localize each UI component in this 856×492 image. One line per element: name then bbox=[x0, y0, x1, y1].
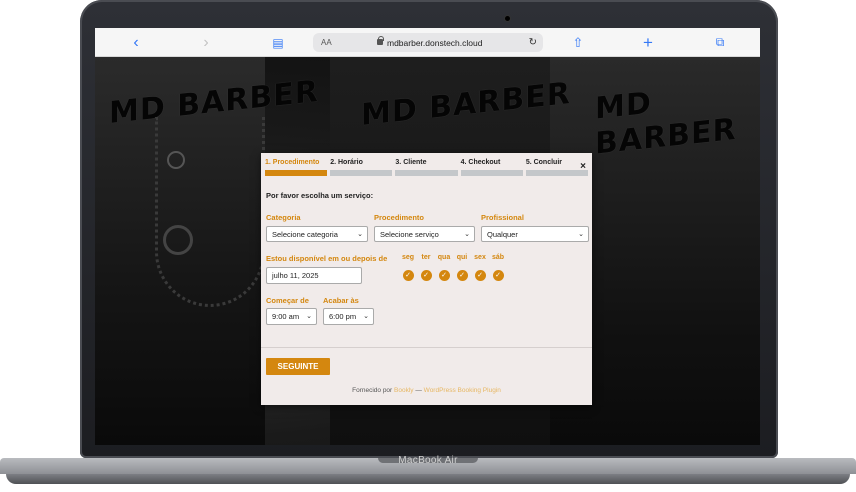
category-value: Selecione categoria bbox=[272, 229, 338, 239]
plugin-link[interactable]: WordPress Booking Plugin bbox=[424, 387, 501, 394]
end-time-value: 6:00 pm bbox=[329, 312, 357, 321]
step-2: 2. Horário bbox=[330, 157, 393, 179]
step-label: 2. Horário bbox=[330, 159, 363, 166]
tabs-icon[interactable]: ⧉ bbox=[709, 28, 731, 57]
screen: ‹ › ▤ AA mdbarber.donstech.cloud ↻ ⇧ + ⧉… bbox=[95, 28, 760, 445]
date-label: Estou disponível em ou depois de bbox=[266, 254, 388, 263]
day-label: sáb bbox=[491, 254, 505, 261]
device-brand-label: MacBook Air bbox=[398, 455, 458, 466]
category-select[interactable]: Selecione categoria ⌄ bbox=[266, 226, 368, 242]
bookmarks-icon[interactable]: ▤ bbox=[267, 28, 289, 57]
url-text: mdbarber.donstech.cloud bbox=[387, 37, 483, 48]
step-bar bbox=[265, 170, 328, 176]
divider bbox=[261, 347, 592, 348]
back-icon[interactable]: ‹ bbox=[125, 28, 147, 57]
day-label: seg bbox=[401, 254, 415, 261]
step-label: 3. Cliente bbox=[395, 159, 427, 166]
staff-label: Profissional bbox=[481, 213, 524, 222]
pendant-graphic bbox=[163, 225, 193, 255]
end-time-label: Acabar às bbox=[323, 296, 359, 305]
smiley-icon bbox=[167, 151, 185, 169]
new-tab-icon[interactable]: + bbox=[637, 28, 659, 57]
staff-select[interactable]: Qualquer ⌄ bbox=[481, 226, 589, 242]
camera-icon bbox=[505, 16, 510, 21]
step-4: 4. Checkout bbox=[460, 157, 523, 179]
step-1: 1. Procedimento bbox=[265, 157, 328, 179]
checkmark-icon[interactable]: ✓ bbox=[420, 270, 432, 281]
chevron-down-icon: ⌄ bbox=[578, 231, 584, 238]
lock-icon bbox=[377, 36, 384, 45]
step-label: 5. Concluir bbox=[525, 159, 562, 166]
page-background: MD BARBER MD BARBER MD BARBER 1. Procedi… bbox=[95, 57, 760, 445]
reload-icon[interactable]: ↻ bbox=[529, 37, 537, 48]
next-button[interactable]: SEGUINTE bbox=[266, 358, 330, 375]
day-ter[interactable]: ter ✓ bbox=[417, 254, 435, 282]
weekday-selector: seg ✓ ter ✓ qua ✓ qui ✓ sex ✓ sáb ✓ bbox=[399, 254, 507, 282]
address-bar[interactable]: AA mdbarber.donstech.cloud ↻ bbox=[313, 33, 543, 52]
chevron-down-icon: ⌄ bbox=[363, 313, 369, 320]
start-time-label: Começar de bbox=[266, 296, 309, 305]
staff-value: Qualquer bbox=[487, 229, 518, 239]
day-sab[interactable]: sáb ✓ bbox=[489, 254, 507, 282]
chain-graphic bbox=[155, 117, 265, 307]
forward-icon[interactable]: › bbox=[195, 28, 217, 57]
step-bar bbox=[525, 170, 589, 176]
checkmark-icon[interactable]: ✓ bbox=[438, 270, 450, 281]
date-value: julho 11, 2025 bbox=[272, 271, 319, 280]
day-qua[interactable]: qua ✓ bbox=[435, 254, 453, 282]
step-progress: 1. Procedimento 2. Horário 3. Cliente 4.… bbox=[265, 157, 589, 179]
bookly-link[interactable]: Bookly bbox=[394, 387, 414, 394]
day-label: qua bbox=[437, 254, 451, 261]
start-time-select[interactable]: 9:00 am ⌄ bbox=[266, 308, 317, 325]
browser-toolbar: ‹ › ▤ AA mdbarber.donstech.cloud ↻ ⇧ + ⧉ bbox=[95, 28, 760, 57]
step-bar bbox=[330, 170, 393, 176]
day-label: qui bbox=[456, 254, 468, 261]
form-prompt: Por favor escolha um serviço: bbox=[266, 191, 374, 200]
day-sex[interactable]: sex ✓ bbox=[471, 254, 489, 282]
footer-credit: Fornecido por Bookly — WordPress Booking… bbox=[261, 387, 592, 394]
chevron-down-icon: ⌄ bbox=[357, 231, 363, 238]
share-icon[interactable]: ⇧ bbox=[567, 28, 589, 57]
date-input[interactable]: julho 11, 2025 bbox=[266, 267, 362, 284]
close-icon[interactable]: × bbox=[580, 161, 586, 172]
service-value: Selecione serviço bbox=[380, 229, 439, 239]
footer-prefix: Fornecido por bbox=[352, 387, 393, 394]
checkmark-icon[interactable]: ✓ bbox=[474, 270, 486, 281]
footer-separator: — bbox=[415, 387, 422, 394]
day-qui[interactable]: qui ✓ bbox=[453, 254, 471, 282]
step-label: 1. Procedimento bbox=[265, 159, 320, 166]
service-label: Procedimento bbox=[374, 213, 425, 222]
chevron-down-icon: ⌄ bbox=[464, 231, 470, 238]
step-label: 4. Checkout bbox=[460, 159, 501, 166]
checkmark-icon[interactable]: ✓ bbox=[456, 270, 468, 281]
chevron-down-icon: ⌄ bbox=[306, 313, 312, 320]
day-seg[interactable]: seg ✓ bbox=[399, 254, 417, 282]
step-3: 3. Cliente bbox=[395, 157, 458, 179]
checkmark-icon[interactable]: ✓ bbox=[402, 270, 414, 281]
step-5: 5. Concluir bbox=[525, 157, 589, 179]
service-select[interactable]: Selecione serviço ⌄ bbox=[374, 226, 475, 242]
booking-form: 1. Procedimento 2. Horário 3. Cliente 4.… bbox=[261, 153, 592, 405]
step-bar bbox=[395, 170, 458, 176]
step-bar bbox=[460, 170, 523, 176]
base-bottom bbox=[6, 474, 850, 484]
category-label: Categoria bbox=[266, 213, 301, 222]
day-label: sex bbox=[474, 254, 486, 261]
day-label: ter bbox=[421, 254, 431, 261]
checkmark-icon[interactable]: ✓ bbox=[492, 270, 504, 281]
text-size-button[interactable]: AA bbox=[321, 38, 332, 47]
end-time-select[interactable]: 6:00 pm ⌄ bbox=[323, 308, 374, 325]
start-time-value: 9:00 am bbox=[272, 312, 300, 321]
